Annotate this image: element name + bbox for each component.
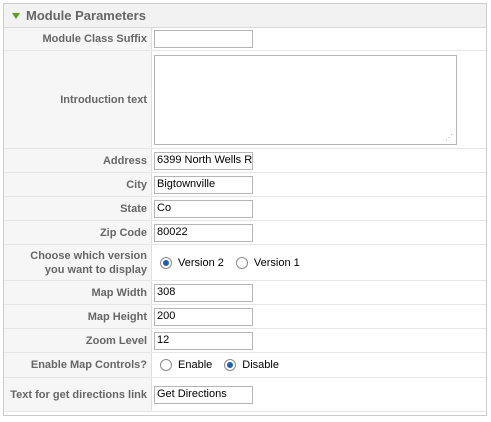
row-map-height: Map Height 200 — [4, 305, 486, 329]
address-input[interactable]: 6399 North Wells Ro — [154, 151, 253, 170]
row-zoom: Zoom Level 12 — [4, 329, 486, 353]
version-label: Choose which version you want to display — [4, 245, 152, 280]
map-height-input[interactable]: 200 — [154, 307, 253, 326]
triangle-down-icon[interactable] — [12, 12, 20, 19]
intro-label: Introduction text — [4, 51, 152, 148]
directions-label: Text for get directions link — [4, 378, 152, 411]
row-class-suffix: Module Class Suffix — [4, 28, 486, 51]
module-parameters-panel: Module Parameters Module Class Suffix In… — [3, 3, 487, 416]
version-2-radio[interactable] — [160, 256, 172, 269]
row-version: Choose which version you want to display… — [4, 245, 486, 281]
resize-grip-icon[interactable]: ⋰ — [445, 133, 453, 142]
row-map-width: Map Width 308 — [4, 281, 486, 305]
state-input[interactable]: Co — [154, 199, 253, 218]
panel-header[interactable]: Module Parameters — [4, 4, 486, 28]
row-introduction: Introduction text ⋰ — [4, 51, 486, 149]
map-width-input[interactable]: 308 — [154, 283, 253, 302]
enable-label[interactable]: Enable — [178, 359, 212, 371]
class-suffix-input[interactable] — [154, 30, 253, 48]
map-controls-label: Enable Map Controls? — [4, 353, 152, 377]
panel-title: Module Parameters — [26, 8, 146, 23]
city-input[interactable]: Bigtownville — [154, 175, 253, 194]
version-1-label[interactable]: Version 1 — [254, 257, 300, 269]
disable-label[interactable]: Disable — [242, 359, 279, 371]
version-2-label[interactable]: Version 2 — [178, 257, 224, 269]
city-label: City — [4, 173, 152, 196]
row-state: State Co — [4, 197, 486, 221]
row-directions: Text for get directions link Get Directi… — [4, 378, 486, 412]
version-radio-group: Version 2 Version 1 — [154, 256, 306, 269]
map-height-label: Map Height — [4, 305, 152, 328]
row-address: Address 6399 North Wells Ro — [4, 149, 486, 173]
row-map-controls: Enable Map Controls? Enable Disable — [4, 353, 486, 378]
zip-input[interactable]: 80022 — [154, 223, 253, 242]
row-city: City Bigtownville — [4, 173, 486, 197]
class-suffix-label: Module Class Suffix — [4, 28, 152, 50]
state-label: State — [4, 197, 152, 220]
zip-label: Zip Code — [4, 221, 152, 244]
address-label: Address — [4, 149, 152, 172]
version-1-radio[interactable] — [235, 256, 248, 269]
enable-radio[interactable] — [160, 359, 172, 371]
disable-radio[interactable] — [224, 359, 237, 371]
zoom-label: Zoom Level — [4, 329, 152, 352]
directions-input[interactable]: Get Directions — [154, 385, 253, 404]
map-width-label: Map Width — [4, 281, 152, 304]
zoom-input[interactable]: 12 — [154, 331, 253, 350]
row-zip: Zip Code 80022 — [4, 221, 486, 245]
intro-textarea[interactable]: ⋰ — [154, 54, 457, 145]
map-controls-radio-group: Enable Disable — [154, 359, 285, 371]
